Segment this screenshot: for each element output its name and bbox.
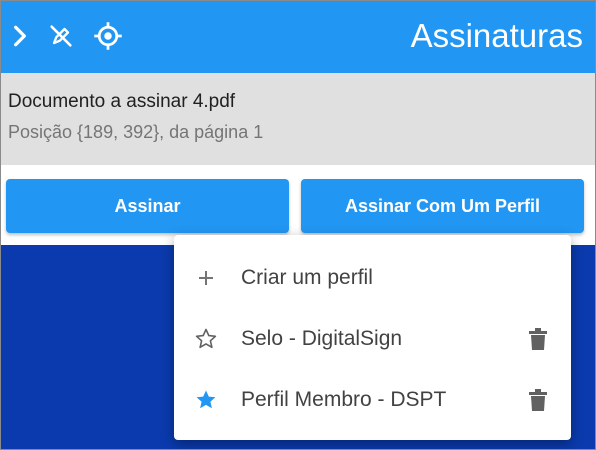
plus-icon <box>192 264 220 292</box>
star-filled-icon <box>192 386 220 414</box>
menu-item-create-profile[interactable]: Criar um perfil <box>174 245 571 307</box>
document-name: Documento a assinar 4.pdf <box>8 91 236 112</box>
star-outline-icon <box>192 325 220 353</box>
document-info-panel: Documento a assinar 4.pdf Posição {189, … <box>1 73 595 165</box>
menu-item-profile-selo[interactable]: Selo - DigitalSign <box>174 306 571 368</box>
menu-item-label: Perfil Membro - DSPT <box>241 388 447 411</box>
delete-profile-icon[interactable] <box>526 326 550 352</box>
delete-profile-icon[interactable] <box>526 387 550 413</box>
pen-off-icon[interactable] <box>44 19 78 53</box>
chevron-right-icon[interactable] <box>3 19 37 53</box>
sign-with-profile-button[interactable]: Assinar Com Um Perfil <box>301 179 584 233</box>
menu-item-label: Selo - DigitalSign <box>241 327 403 350</box>
menu-item-label: Criar um perfil <box>241 266 373 289</box>
app-header: Assinaturas <box>1 1 595 73</box>
profile-menu: Criar um perfil Selo - DigitalSign Perfi… <box>174 235 571 440</box>
app-window: Assinaturas Documento a assinar 4.pdf Po… <box>0 0 596 450</box>
menu-item-profile-membro[interactable]: Perfil Membro - DSPT <box>174 367 571 429</box>
crosshair-icon[interactable] <box>91 19 125 53</box>
signature-position: Posição {189, 392}, da página 1 <box>8 122 264 142</box>
page-title: Assinaturas <box>410 17 583 54</box>
sign-button[interactable]: Assinar <box>6 179 289 233</box>
